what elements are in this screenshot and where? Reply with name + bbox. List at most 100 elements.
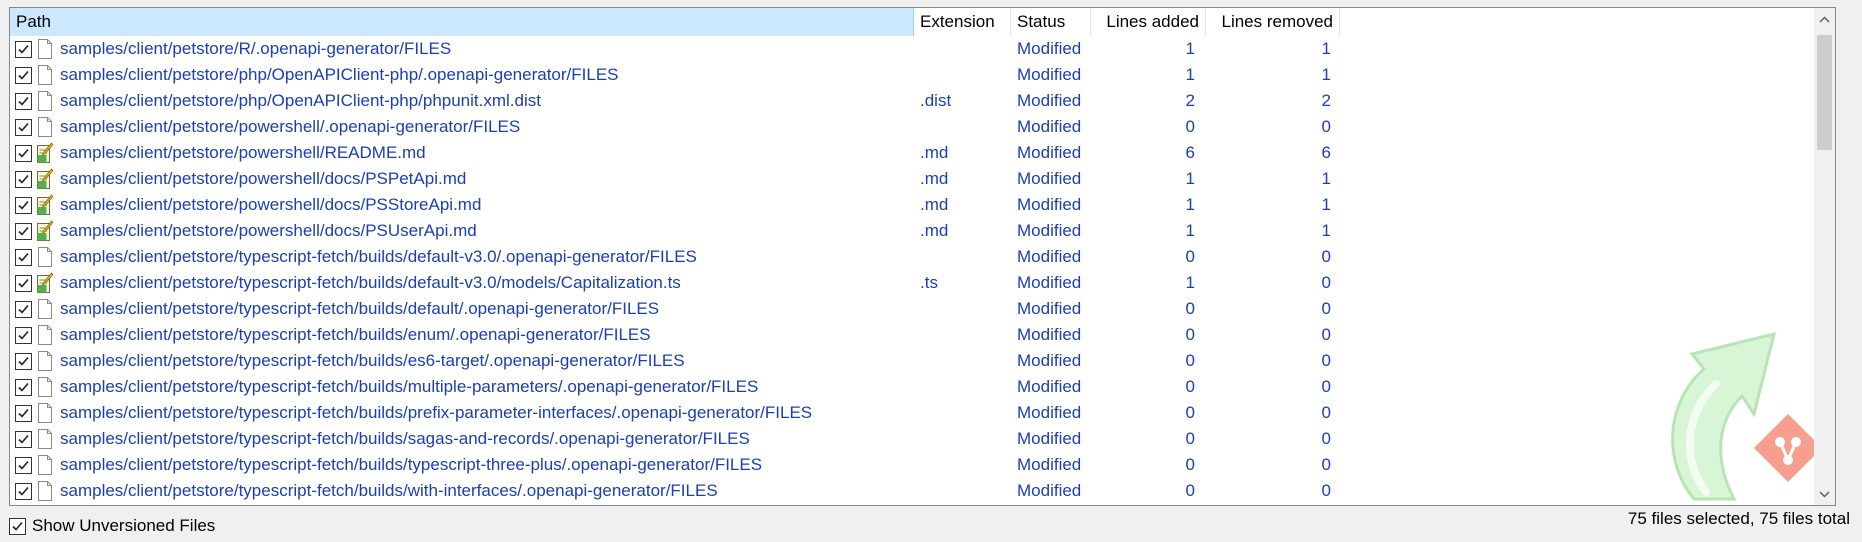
file-row[interactable]: samples/client/petstore/typescript-fetch… (10, 426, 1352, 452)
column-header-path[interactable]: Path (10, 8, 914, 36)
file-status: Modified (1017, 169, 1082, 188)
file-icon (36, 298, 54, 320)
file-rows: samples/client/petstore/R/.openapi-gener… (10, 36, 1352, 504)
file-checkbox[interactable] (15, 40, 32, 58)
file-row[interactable]: samples/client/petstore/powershell/.open… (10, 114, 1352, 140)
file-extension (914, 296, 1011, 322)
lines-removed: 1 (1321, 65, 1331, 84)
file-checkbox[interactable] (15, 326, 32, 344)
file-checkbox[interactable] (15, 456, 32, 474)
file-row[interactable]: samples/client/petstore/typescript-fetch… (10, 244, 1352, 270)
file-status: Modified (1017, 247, 1082, 266)
lines-removed: 0 (1321, 377, 1331, 396)
lines-removed: 1 (1321, 169, 1331, 188)
text-file-icon (36, 142, 54, 164)
file-extension (914, 62, 1011, 88)
file-status: Modified (1017, 273, 1082, 292)
lines-added: 1 (1185, 273, 1195, 292)
file-row[interactable]: samples/client/petstore/powershell/docs/… (10, 218, 1352, 244)
file-checkbox[interactable] (15, 118, 32, 136)
file-checkbox[interactable] (15, 300, 32, 318)
file-checkbox[interactable] (15, 92, 32, 110)
lines-removed: 0 (1321, 455, 1331, 474)
file-checkbox[interactable] (15, 222, 32, 240)
file-row[interactable]: samples/client/petstore/typescript-fetch… (10, 270, 1352, 296)
lines-added: 0 (1185, 351, 1195, 370)
file-path-cell: samples/client/petstore/typescript-fetch… (10, 270, 914, 296)
column-header-status[interactable]: Status (1011, 8, 1091, 36)
file-checkbox[interactable] (15, 274, 32, 292)
file-path-cell: samples/client/petstore/R/.openapi-gener… (10, 36, 914, 62)
lines-added: 0 (1185, 299, 1195, 318)
lines-removed: 0 (1321, 247, 1331, 266)
file-checkbox[interactable] (15, 352, 32, 370)
file-icon (36, 324, 54, 346)
file-status: Modified (1017, 455, 1082, 474)
chevron-down-icon[interactable] (1814, 483, 1835, 505)
lines-added: 1 (1185, 39, 1195, 58)
file-icon (36, 480, 54, 502)
column-header-lines-removed[interactable]: Lines removed (1206, 8, 1340, 36)
lines-removed: 0 (1321, 351, 1331, 370)
file-extension: .md (920, 195, 949, 214)
column-header-lines-added[interactable]: Lines added (1091, 8, 1206, 36)
file-checkbox[interactable] (15, 430, 32, 448)
lines-added: 0 (1185, 455, 1195, 474)
file-path-cell: samples/client/petstore/php/OpenAPIClien… (10, 62, 914, 88)
file-row[interactable]: samples/client/petstore/typescript-fetch… (10, 296, 1352, 322)
file-row[interactable]: samples/client/petstore/powershell/READM… (10, 140, 1352, 166)
file-icon (36, 402, 54, 424)
file-extension: .md (920, 143, 949, 162)
lines-removed: 0 (1321, 429, 1331, 448)
file-checkbox[interactable] (15, 144, 32, 162)
file-checkbox[interactable] (15, 248, 32, 266)
file-extension (914, 478, 1011, 504)
file-row[interactable]: samples/client/petstore/typescript-fetch… (10, 348, 1352, 374)
file-checkbox[interactable] (15, 170, 32, 188)
file-status: Modified (1017, 325, 1082, 344)
show-unversioned-checkbox[interactable] (9, 517, 26, 535)
tortoisegit-commit-watermark-icon (1671, 331, 1822, 501)
changed-files-list[interactable]: Path Extension Status Lines added Lines … (9, 7, 1836, 506)
file-row[interactable]: samples/client/petstore/typescript-fetch… (10, 478, 1352, 504)
file-checkbox[interactable] (15, 66, 32, 84)
lines-added: 1 (1185, 65, 1195, 84)
lines-removed: 1 (1321, 195, 1331, 214)
vertical-scrollbar[interactable] (1814, 8, 1835, 505)
file-status: Modified (1017, 143, 1082, 162)
file-path: samples/client/petstore/powershell/docs/… (60, 221, 477, 240)
show-unversioned-files-toggle[interactable]: Show Unversioned Files (9, 516, 215, 536)
lines-removed: 0 (1321, 481, 1331, 500)
lines-removed: 0 (1321, 117, 1331, 136)
file-path-cell: samples/client/petstore/php/OpenAPIClien… (10, 88, 914, 114)
file-checkbox[interactable] (15, 482, 32, 500)
text-file-icon (36, 194, 54, 216)
file-icon (36, 376, 54, 398)
text-file-icon (36, 168, 54, 190)
file-row[interactable]: samples/client/petstore/powershell/docs/… (10, 192, 1352, 218)
file-status: Modified (1017, 403, 1082, 422)
file-path: samples/client/petstore/typescript-fetch… (60, 455, 763, 474)
file-row[interactable]: samples/client/petstore/typescript-fetch… (10, 400, 1352, 426)
file-path-cell: samples/client/petstore/powershell/READM… (10, 140, 914, 166)
file-extension (914, 322, 1011, 348)
scrollbar-thumb[interactable] (1817, 35, 1832, 150)
file-path: samples/client/petstore/typescript-fetch… (60, 429, 750, 448)
file-row[interactable]: samples/client/petstore/R/.openapi-gener… (10, 36, 1352, 62)
file-status: Modified (1017, 91, 1082, 110)
column-header-extension[interactable]: Extension (914, 8, 1011, 36)
file-row[interactable]: samples/client/petstore/powershell/docs/… (10, 166, 1352, 192)
file-row[interactable]: samples/client/petstore/typescript-fetch… (10, 452, 1352, 478)
file-icon (36, 116, 54, 138)
file-row[interactable]: samples/client/petstore/typescript-fetch… (10, 374, 1352, 400)
file-checkbox[interactable] (15, 196, 32, 214)
file-path-cell: samples/client/petstore/typescript-fetch… (10, 296, 914, 322)
file-row[interactable]: samples/client/petstore/typescript-fetch… (10, 322, 1352, 348)
file-row[interactable]: samples/client/petstore/php/OpenAPIClien… (10, 88, 1352, 114)
chevron-up-icon[interactable] (1814, 8, 1835, 30)
lines-added: 0 (1185, 429, 1195, 448)
file-checkbox[interactable] (15, 404, 32, 422)
file-checkbox[interactable] (15, 378, 32, 396)
selection-status: 75 files selected, 75 files total (1627, 509, 1850, 528)
file-row[interactable]: samples/client/petstore/php/OpenAPIClien… (10, 62, 1352, 88)
